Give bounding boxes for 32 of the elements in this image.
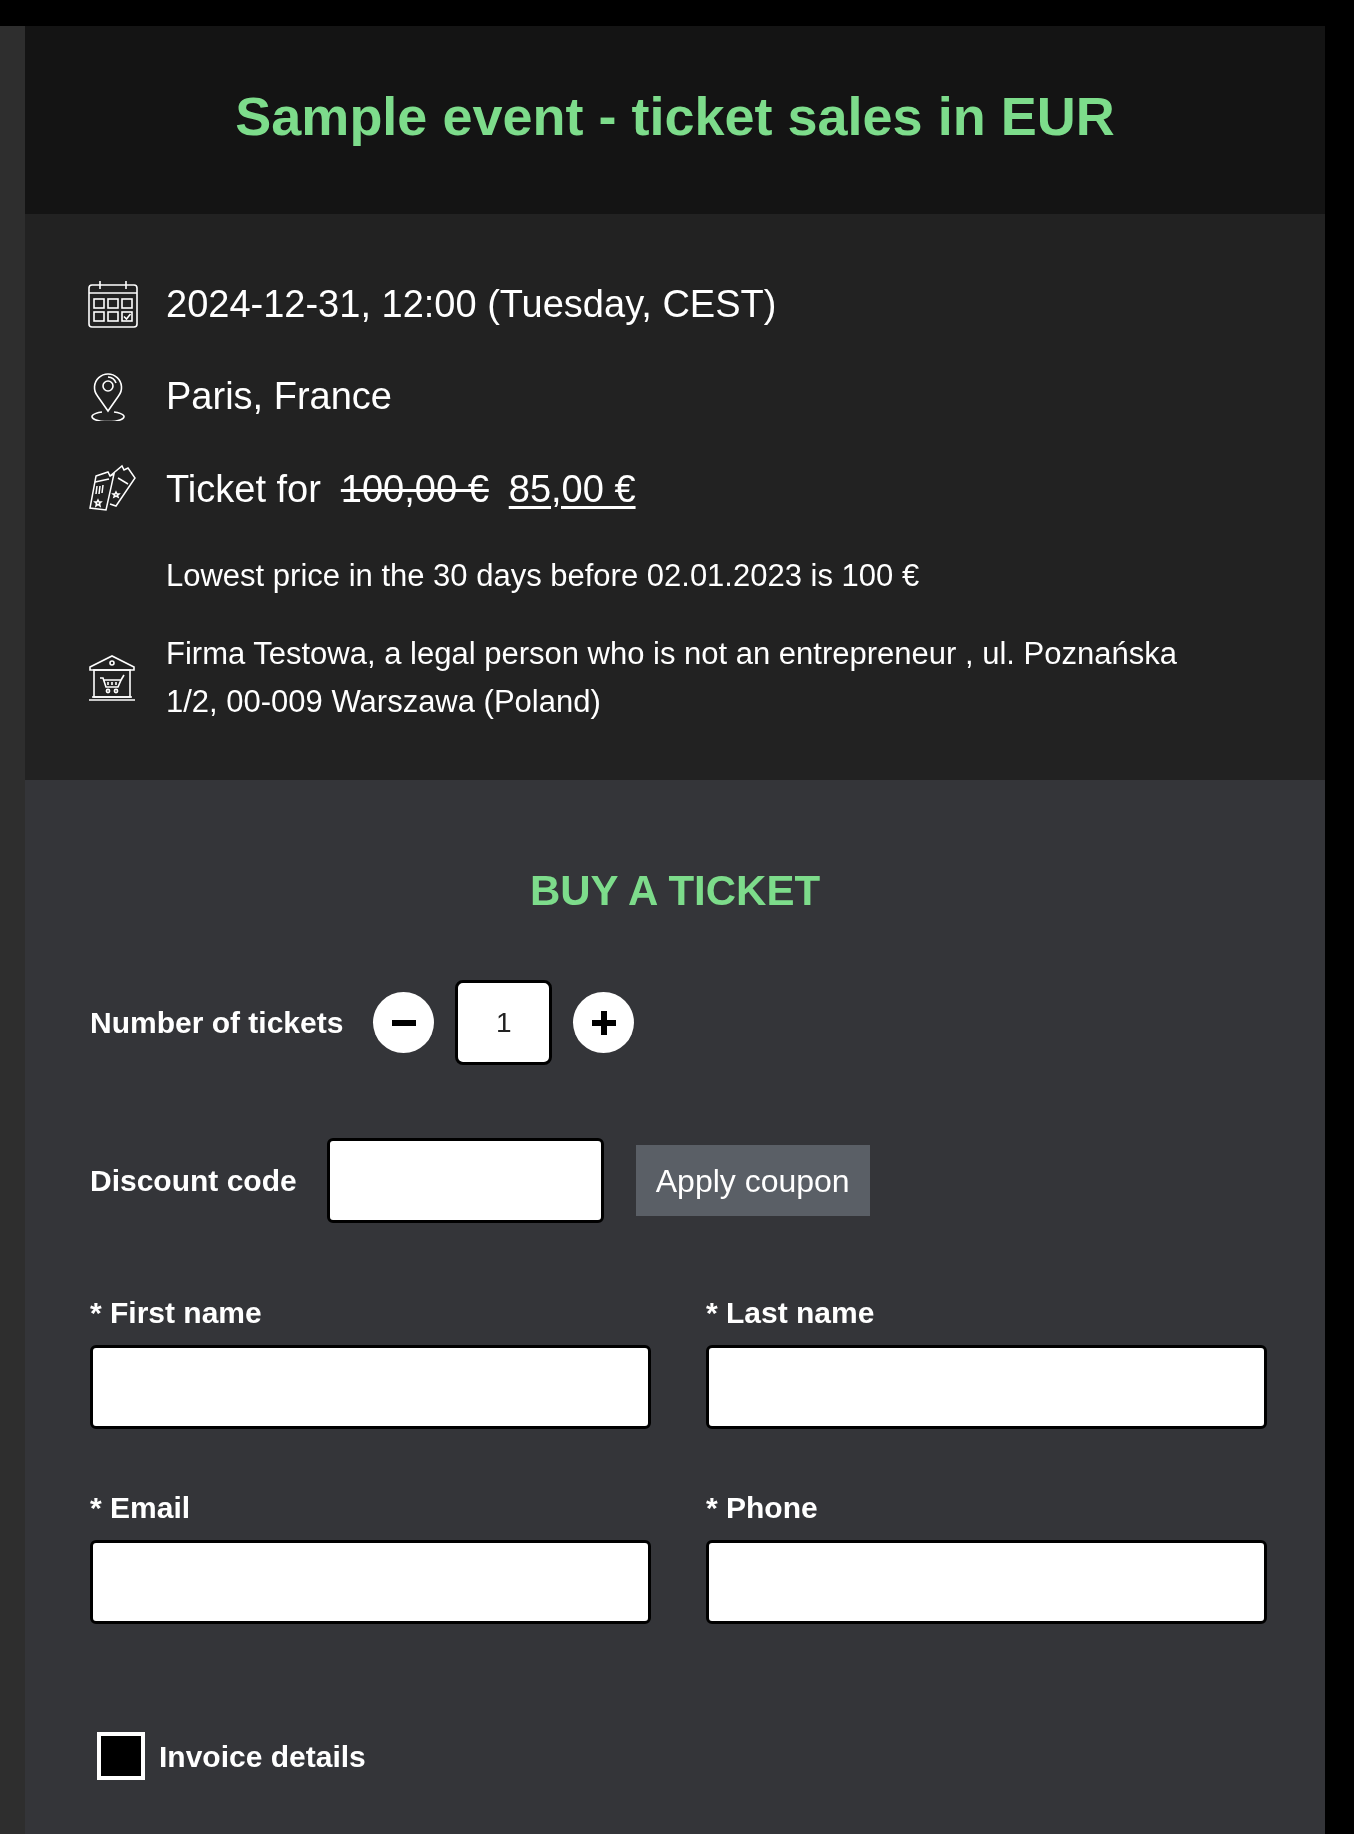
event-location-text: Paris, France — [166, 374, 392, 419]
discount-code-label: Discount code — [90, 1163, 297, 1199]
invoice-checkbox[interactable] — [97, 1732, 145, 1780]
form-title: BUY A TICKET — [528, 867, 822, 915]
plus-icon — [591, 1010, 616, 1035]
shop-icon — [88, 654, 136, 702]
quantity-input-field[interactable]: 1 — [455, 980, 553, 1065]
organizer-address-text: Firma Testowa, a legal person who is not an entrepreneur , ul. Poznańska 1/2, 00-009 Warszawa (Poland) — [166, 635, 1178, 721]
field-label: * Email — [90, 1490, 192, 1526]
text-input-field[interactable] — [90, 1540, 651, 1624]
text-input-field[interactable] — [706, 1345, 1267, 1429]
map-pin-icon — [88, 371, 128, 421]
calendar-icon — [88, 280, 138, 328]
quantity-label: Number of tickets — [90, 1005, 344, 1041]
event-date-text: 2024-12-31, 12:00 (Tuesday, CEST) — [166, 282, 777, 327]
field-label: * Last name — [706, 1295, 876, 1331]
old-price-text: 100,00 € — [340, 467, 489, 512]
ticket-price-label: Ticket for — [166, 467, 321, 512]
discounted-price-text: 85,00 € — [508, 467, 636, 512]
field-label: * Phone — [706, 1490, 819, 1526]
apply-coupon-button[interactable]: Apply coupon — [635, 1145, 870, 1216]
decrease-quantity-button[interactable] — [373, 992, 435, 1053]
lowest-price-note: Lowest price in the 30 days before 02.01.2023 is 100 € — [166, 557, 920, 595]
discount-code-field[interactable] — [326, 1138, 604, 1223]
increase-quantity-button[interactable] — [573, 992, 635, 1053]
minus-icon — [391, 1019, 416, 1026]
event-title: Sample event - ticket sales in EUR — [235, 85, 1115, 147]
field-label: * First name — [90, 1295, 263, 1331]
text-input-field[interactable] — [706, 1540, 1267, 1624]
tickets-icon — [88, 464, 136, 514]
invoice-details-label: Invoice details — [159, 1738, 366, 1775]
text-input-field[interactable] — [90, 1345, 651, 1429]
